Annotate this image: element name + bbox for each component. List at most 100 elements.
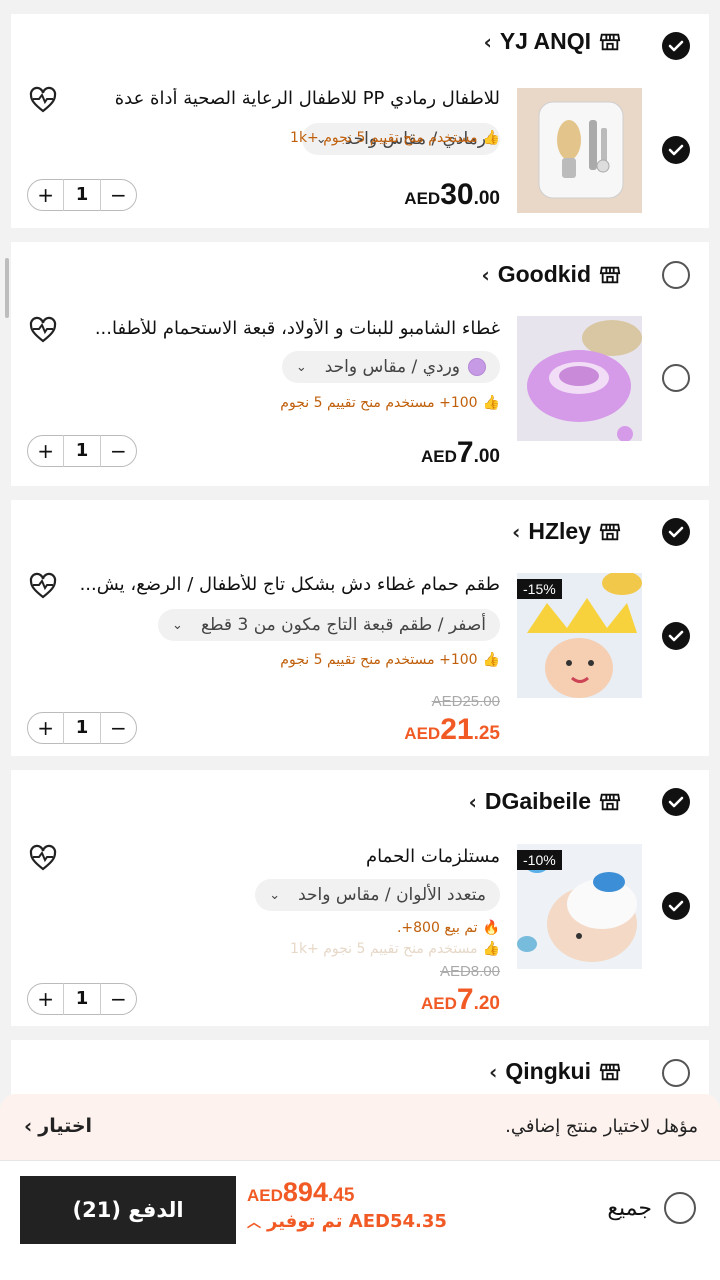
savings-summary[interactable]: ︿ تم توفير AED54.35 (247, 1211, 447, 1232)
rating-social-proof: 👍 مستخدم منح تقييم 5 نجوم +1k (290, 130, 500, 146)
increase-button[interactable]: + (28, 987, 63, 1011)
sale-price: AED21.25 (404, 713, 500, 747)
chevron-down-icon: ⌄ (269, 887, 281, 903)
store-checkbox[interactable] (662, 788, 690, 816)
wishlist-heart-icon[interactable] (28, 572, 58, 600)
sale-price: AED7.20 (421, 983, 500, 1017)
price-integer: 7 (456, 983, 474, 1016)
checkout-bar: جميع AED894.45 ︿ تم توفير AED54.35 الدفع… (0, 1160, 720, 1280)
product-title[interactable]: غطاء الشامبو للبنات و الأولاد، قبعة الاس… (70, 318, 500, 339)
quantity-stepper[interactable]: + 1 − (27, 712, 137, 744)
total-currency: AED (247, 1186, 283, 1205)
store-checkbox[interactable] (662, 1059, 690, 1087)
select-all-label[interactable]: جميع (607, 1196, 652, 1221)
price: AED30.00 (404, 178, 500, 212)
total-integer: 894 (282, 1177, 328, 1207)
decrease-button[interactable]: − (101, 183, 136, 207)
thumbs-up-icon: 👍 (482, 395, 500, 411)
thumbs-up-icon: 👍 (482, 941, 500, 957)
store-header[interactable]: ‹ Qingkui (489, 1058, 621, 1085)
store-icon (599, 793, 621, 810)
wishlist-heart-icon[interactable] (28, 86, 58, 114)
wishlist-heart-icon[interactable] (28, 316, 58, 344)
variant-label: وردي / مقاس واحد (324, 357, 460, 377)
quantity-stepper[interactable]: + 1 − (27, 435, 137, 467)
product-image[interactable]: -10% (517, 844, 642, 969)
store-card-yj-anqi: ‹ YJ ANQI للاطفال رمادي PP للاطفال الرعا… (11, 14, 709, 228)
scrollbar[interactable] (5, 258, 9, 318)
chevron-left-icon: ‹ (481, 262, 490, 287)
product-title[interactable]: للاطفال رمادي PP للاطفال الرعاية الصحية … (70, 88, 500, 109)
price-integer: 30 (440, 178, 474, 211)
increase-button[interactable]: + (28, 716, 63, 740)
price-decimal: .00 (473, 188, 500, 209)
store-checkbox[interactable] (662, 261, 690, 289)
item-checkbox[interactable] (662, 622, 690, 650)
item-checkbox[interactable] (662, 364, 690, 392)
store-card-goodkid: ‹ Goodkid غطاء الشامبو للبنات و الأولاد،… (11, 242, 709, 486)
quantity-value[interactable]: 1 (63, 435, 101, 467)
price-currency: AED (420, 994, 457, 1013)
store-name: Qingkui (505, 1058, 591, 1084)
wishlist-heart-icon[interactable] (28, 844, 58, 872)
quantity-stepper[interactable]: + 1 − (27, 179, 137, 211)
price: AED7.00 (421, 436, 500, 470)
promo-select-link[interactable]: ‹ اختيار (24, 1114, 92, 1138)
price-decimal: .25 (473, 723, 500, 744)
price-decimal: .00 (473, 446, 500, 467)
select-all-checkbox[interactable] (664, 1192, 696, 1224)
product-title[interactable]: مستلزمات الحمام (70, 846, 500, 867)
item-checkbox[interactable] (662, 136, 690, 164)
store-icon (599, 1063, 621, 1080)
decrease-button[interactable]: − (101, 716, 136, 740)
variant-selector[interactable]: أصفر / طقم قبعة التاج مكون من 3 قطع ⌄ (158, 609, 500, 641)
quantity-value[interactable]: 1 (63, 983, 101, 1015)
store-icon (599, 266, 621, 283)
store-header[interactable]: ‹ Goodkid (481, 261, 621, 288)
price-currency: AED (404, 189, 441, 208)
quantity-value[interactable]: 1 (63, 712, 101, 744)
sold-text: تم بيع 800+. (396, 920, 478, 936)
store-card-hzley: ‹ HZley -15% طقم حمام غطاء دش بشكل تاج ل… (11, 500, 709, 756)
price-integer: 7 (456, 436, 474, 469)
rating-text: 100+ مستخدم منح تقييم 5 نجوم (280, 395, 478, 411)
product-image[interactable] (517, 88, 642, 213)
fire-icon: 🔥 (482, 920, 500, 936)
rating-social-proof-faded: 👍 مستخدم منح تقييم 5 نجوم +1k (290, 941, 500, 957)
decrease-button[interactable]: − (101, 987, 136, 1011)
store-header[interactable]: ‹ DGaibeile (469, 788, 621, 815)
original-price: AED25.00 (431, 693, 500, 710)
variant-label: متعدد الألوان / مقاس واحد (298, 885, 486, 905)
store-checkbox[interactable] (662, 32, 690, 60)
store-name: HZley (528, 518, 591, 544)
store-checkbox[interactable] (662, 518, 690, 546)
product-image[interactable] (517, 316, 642, 441)
store-card-dgaibeile: ‹ DGaibeile -10% مستلزمات الحمام متعدد ا… (11, 770, 709, 1026)
store-header[interactable]: ‹ YJ ANQI (484, 28, 621, 55)
price-currency: AED (420, 447, 457, 466)
total-price: AED894.45 (247, 1177, 354, 1208)
store-header[interactable]: ‹ HZley (512, 518, 621, 545)
rating-social-proof: 👍 100+ مستخدم منح تقييم 5 نجوم (280, 652, 500, 668)
checkout-pay-button[interactable]: الدفع (21) (20, 1176, 236, 1244)
quantity-stepper[interactable]: + 1 − (27, 983, 137, 1015)
total-decimal: .45 (327, 1185, 355, 1206)
thumbs-up-icon: 👍 (482, 130, 500, 146)
variant-selector[interactable]: متعدد الألوان / مقاس واحد ⌄ (255, 879, 500, 911)
product-title[interactable]: طقم حمام غطاء دش بشكل تاج للأطفال / الرض… (70, 574, 500, 595)
discount-badge: -15% (517, 579, 562, 599)
product-image[interactable]: -15% (517, 573, 642, 698)
store-name: Goodkid (497, 261, 591, 287)
increase-button[interactable]: + (28, 183, 63, 207)
item-checkbox[interactable] (662, 892, 690, 920)
store-name: DGaibeile (484, 788, 591, 814)
store-name: YJ ANQI (499, 28, 591, 54)
quantity-value[interactable]: 1 (63, 179, 101, 211)
decrease-button[interactable]: − (101, 439, 136, 463)
chevron-left-icon: ‹ (483, 29, 492, 54)
variant-selector[interactable]: وردي / مقاس واحد ⌄ (281, 351, 500, 383)
increase-button[interactable]: + (28, 439, 63, 463)
chevron-left-icon: ‹ (24, 1114, 33, 1138)
thumbs-up-icon: 👍 (482, 652, 500, 668)
chevron-down-icon: ⌄ (295, 359, 307, 375)
